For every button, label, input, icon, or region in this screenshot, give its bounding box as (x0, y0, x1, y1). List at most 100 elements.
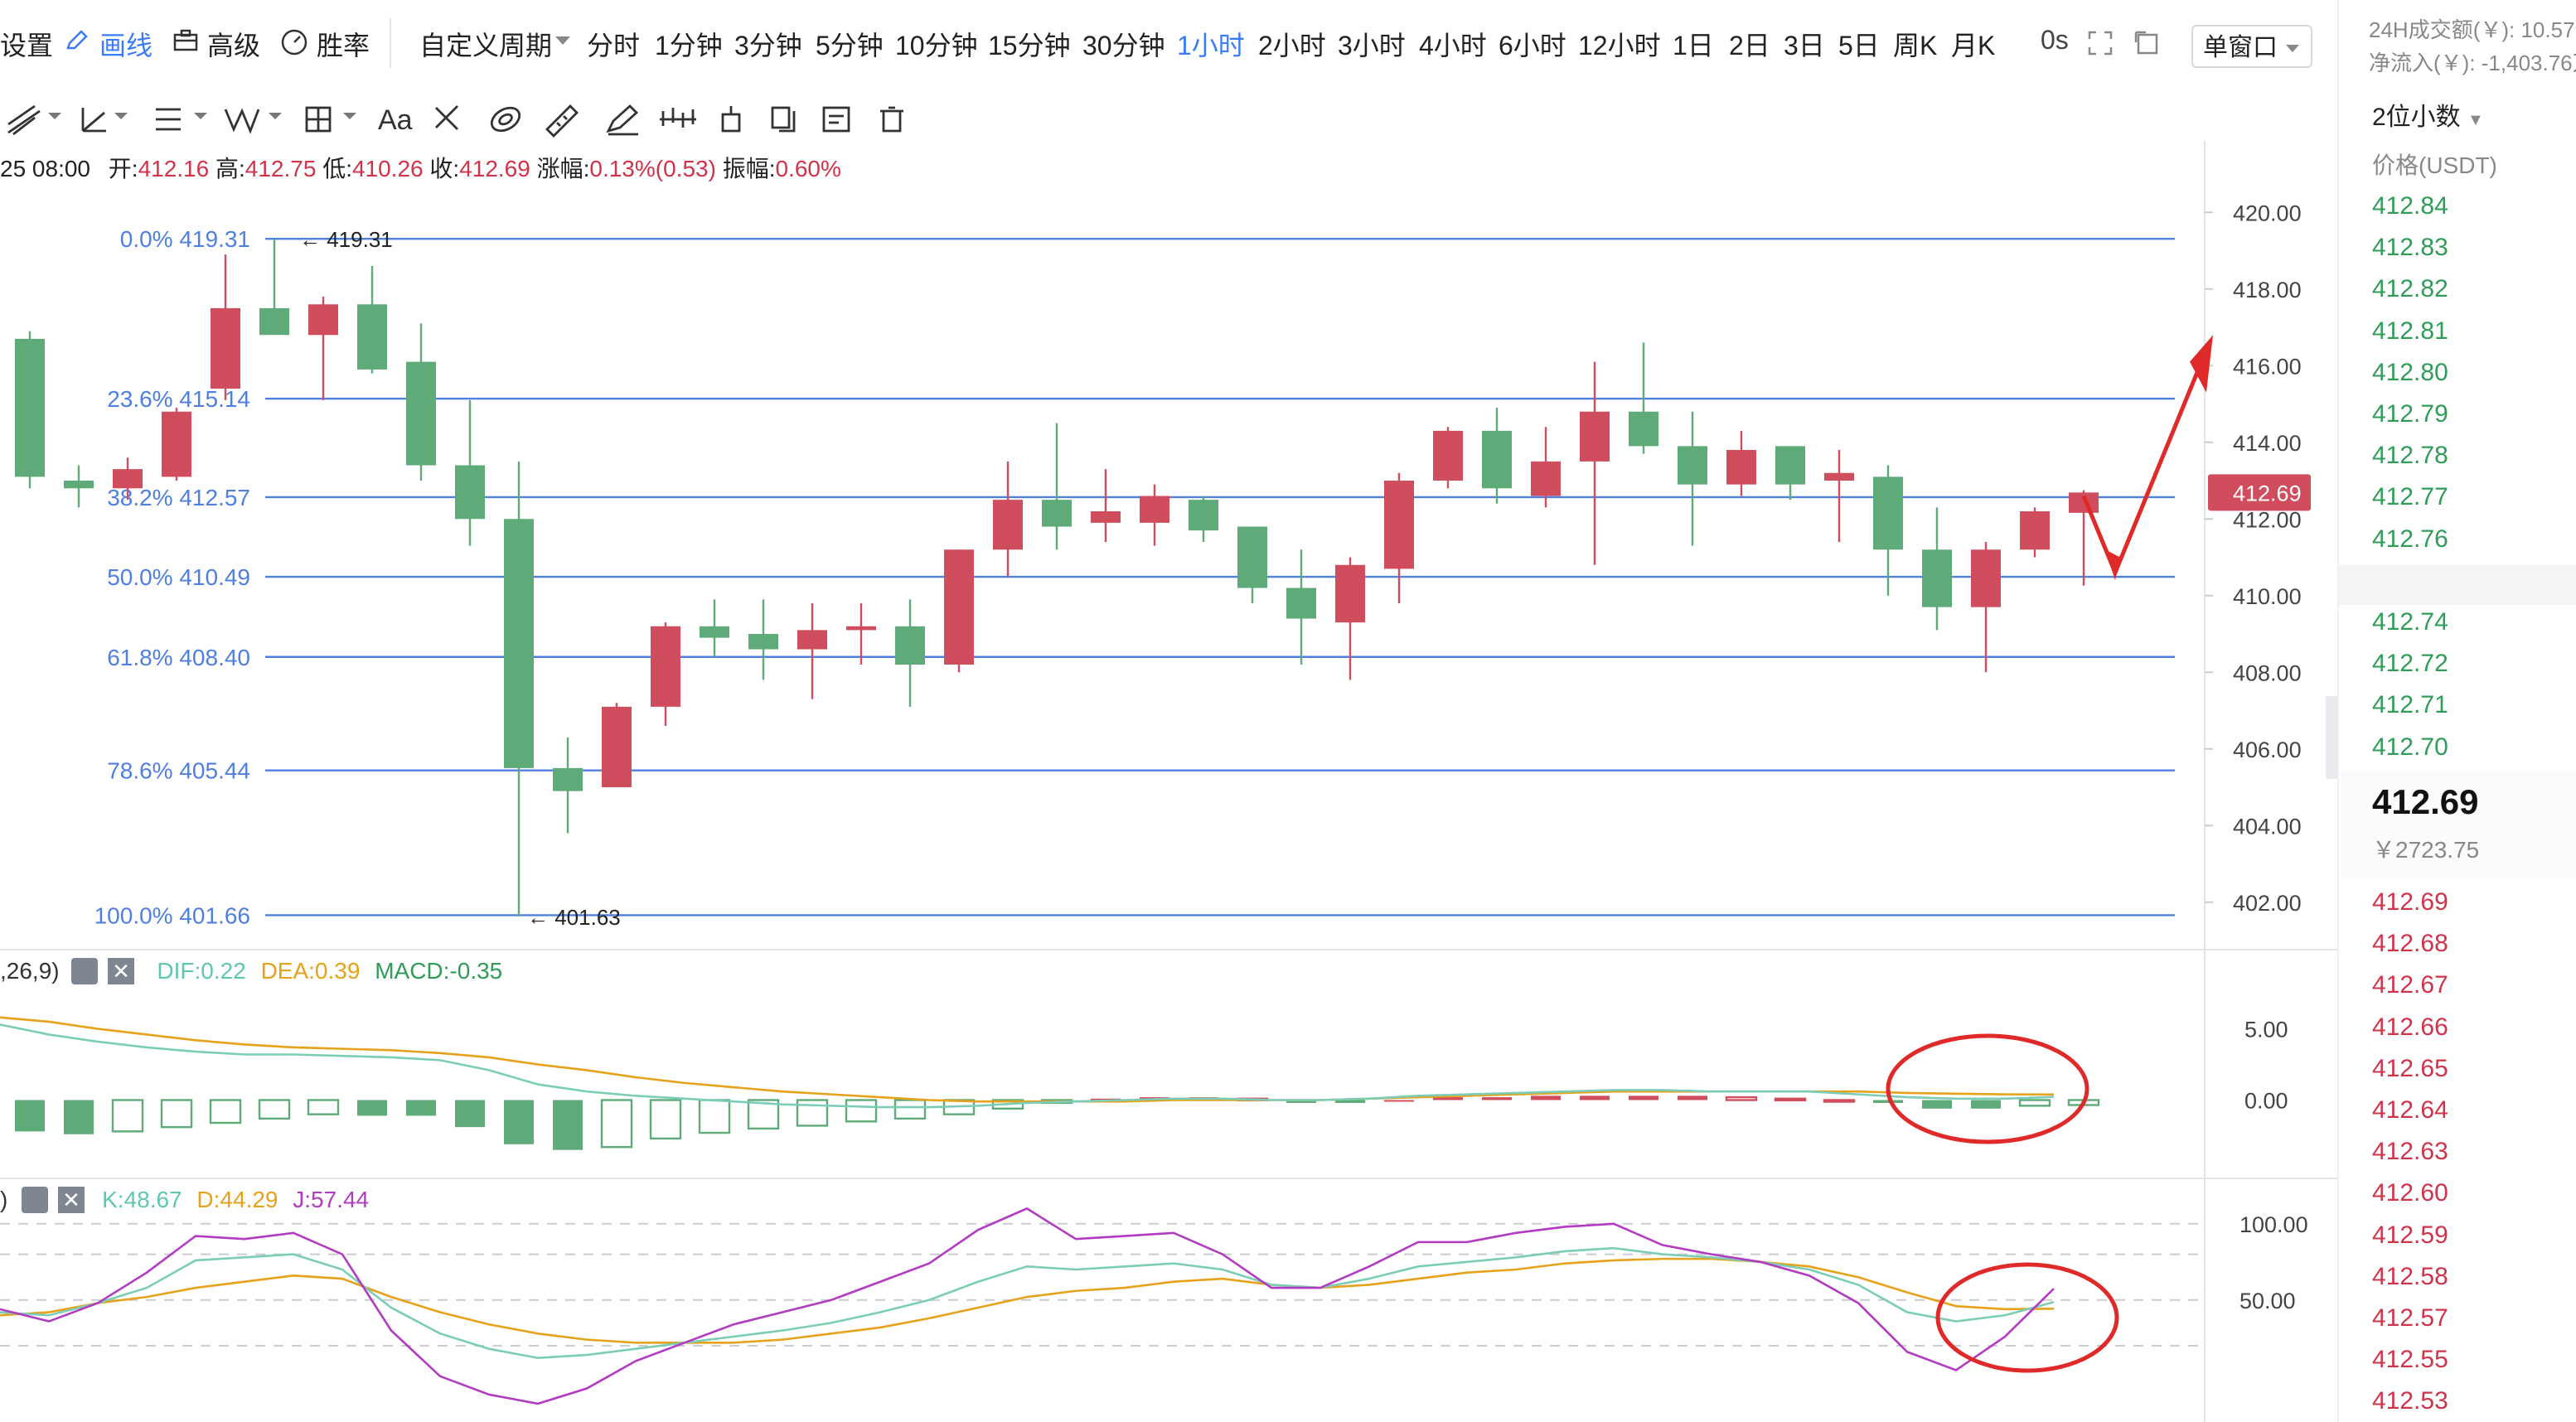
period-item[interactable]: 2小时 (1258, 25, 1326, 63)
fullscreen-icon[interactable] (2087, 30, 2114, 56)
period-item[interactable]: 30分钟 (1082, 25, 1165, 63)
period-item-active[interactable]: 1小时 (1177, 25, 1245, 63)
window-select[interactable]: 单窗口 (2191, 25, 2312, 68)
advanced-button[interactable]: 高级 (207, 25, 260, 63)
decimals-select[interactable]: 2位小数 ▼ (2372, 96, 2484, 133)
ask-price[interactable]: 412.82 (2372, 275, 2448, 303)
window-select-label: 单窗口 (2203, 34, 2278, 61)
ask-price[interactable]: 412.84 (2372, 192, 2448, 220)
ask-price[interactable]: 412.74 (2372, 608, 2448, 636)
period-item[interactable]: 3分钟 (734, 25, 802, 63)
macd-bar (1725, 1096, 1758, 1101)
period-item[interactable]: 4小时 (1419, 25, 1487, 63)
period-item[interactable]: 1日 (1673, 25, 1714, 63)
period-item[interactable]: 5日 (1838, 25, 1880, 63)
period-item[interactable]: 2日 (1729, 25, 1770, 63)
arrow-head-icon (2190, 335, 2213, 393)
candle-body (2020, 511, 2050, 550)
bid-price[interactable]: 412.60 (2372, 1179, 2448, 1207)
ask-price[interactable]: 412.83 (2372, 234, 2448, 262)
bid-price[interactable]: 412.69 (2372, 888, 2448, 917)
macd-bar (1335, 1100, 1365, 1103)
bid-price[interactable]: 412.58 (2372, 1263, 2448, 1291)
kdj-k-line (0, 1246, 2055, 1360)
anchor-icon[interactable] (721, 106, 741, 133)
candle-body (1971, 549, 2001, 607)
pencil-icon[interactable] (606, 104, 639, 136)
bid-price[interactable]: 412.65 (2372, 1055, 2448, 1083)
bid-price[interactable]: 412.63 (2372, 1138, 2448, 1166)
gear-icon[interactable] (71, 958, 98, 984)
candle-body (113, 469, 143, 489)
bid-price[interactable]: 412.66 (2372, 1013, 2448, 1042)
period-item[interactable]: 10分钟 (895, 25, 978, 63)
arrow-head-icon (2105, 549, 2120, 581)
bid-price[interactable]: 412.64 (2372, 1096, 2448, 1125)
settings-icon[interactable] (822, 106, 850, 133)
candle-body (211, 307, 240, 389)
macd-bar (160, 1099, 193, 1129)
macd-value: MACD:-0.35 (375, 958, 503, 984)
kdj-k: K:48.67 (102, 1187, 182, 1212)
ask-price[interactable]: 412.77 (2372, 483, 2448, 511)
period-item[interactable]: 1分钟 (655, 25, 723, 63)
pattern-icon[interactable] (660, 108, 696, 128)
gear-icon[interactable] (22, 1187, 48, 1213)
fib-level-label: 61.8% 408.40 (107, 645, 250, 670)
period-item[interactable]: 6小时 (1499, 25, 1566, 63)
add-window-icon[interactable] (2133, 30, 2160, 56)
period-item[interactable]: 12小时 (1578, 25, 1661, 63)
trash-icon[interactable] (880, 106, 903, 133)
ray-icon[interactable] (81, 108, 128, 133)
win-rate-button[interactable]: 胜率 (317, 25, 370, 63)
candle-body (1629, 411, 1658, 447)
parallel-icon[interactable] (156, 108, 207, 131)
period-item[interactable]: 3小时 (1338, 25, 1406, 63)
shape-icon[interactable] (487, 104, 523, 136)
macd-tick-label: 5.00 (2244, 1018, 2288, 1042)
bid-price[interactable]: 412.53 (2372, 1387, 2448, 1415)
candle-body (357, 304, 387, 370)
ask-price[interactable]: 412.71 (2372, 691, 2448, 719)
candle-body (797, 630, 827, 650)
candle-body (553, 767, 583, 791)
bid-price[interactable]: 412.55 (2372, 1346, 2448, 1374)
ask-price[interactable]: 412.78 (2372, 442, 2448, 470)
ask-price[interactable]: 412.80 (2372, 359, 2448, 387)
draw-line-button[interactable]: 画线 (99, 25, 153, 63)
period-item[interactable]: 月K (1951, 25, 1995, 63)
measure-icon[interactable] (305, 106, 356, 133)
macd-bar (307, 1099, 340, 1115)
bid-price[interactable]: 412.59 (2372, 1221, 2448, 1250)
current-price-tag (2208, 474, 2311, 511)
ask-price[interactable]: 412.76 (2372, 525, 2448, 554)
period-item[interactable]: 周K (1893, 25, 1937, 63)
text-tool-label[interactable]: Aa (378, 104, 413, 136)
bid-price[interactable]: 412.67 (2372, 971, 2448, 999)
fib-icon[interactable] (224, 108, 282, 134)
period-item[interactable]: 5分钟 (816, 25, 884, 63)
settings-button[interactable]: 设置 (0, 25, 53, 63)
period-item[interactable]: 3日 (1784, 25, 1825, 63)
bid-price[interactable]: 412.68 (2372, 930, 2448, 958)
period-item[interactable]: 15分钟 (988, 25, 1071, 63)
ask-price[interactable]: 412.70 (2372, 733, 2448, 762)
brush-icon[interactable] (435, 105, 458, 130)
close-icon[interactable]: ✕ (108, 958, 134, 984)
copy-icon[interactable] (771, 106, 796, 133)
ruler-icon[interactable] (545, 104, 579, 138)
candle-body (1531, 461, 1561, 496)
ask-price[interactable]: 412.81 (2372, 317, 2448, 346)
trendline-icon[interactable] (7, 104, 61, 136)
ask-price[interactable]: 412.79 (2372, 400, 2448, 428)
candle-body (455, 465, 485, 520)
close-icon[interactable]: ✕ (58, 1187, 85, 1213)
ask-price[interactable]: 412.72 (2372, 650, 2448, 678)
period-custom[interactable]: 自定义周期 (419, 25, 552, 63)
macd-bar (1580, 1096, 1610, 1100)
kdj-tick-label: 50.00 (2239, 1289, 2296, 1313)
period-item[interactable]: 分时 (587, 25, 640, 63)
panel-collapse-handle[interactable] (2326, 696, 2337, 779)
bid-price[interactable]: 412.57 (2372, 1304, 2448, 1333)
low-annotation: ← 401.63 (527, 905, 621, 930)
